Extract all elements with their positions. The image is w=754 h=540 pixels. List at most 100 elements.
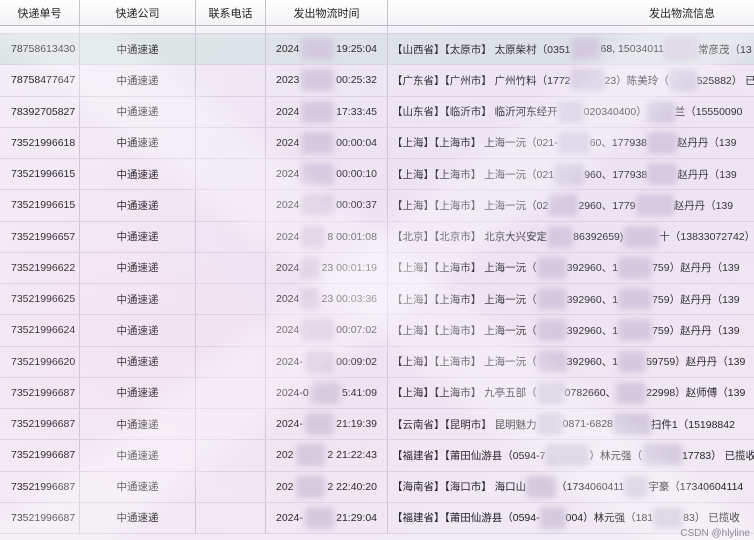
courier-company-cell: 中通速递: [80, 315, 196, 346]
phone-cell: [196, 377, 266, 408]
redacted-blur: [646, 131, 677, 154]
ship-info-part: 【云南省】【昆明市】 昆明魅力: [392, 418, 537, 431]
column-header-ship-time[interactable]: 发出物流时间: [266, 0, 388, 25]
table-row[interactable]: 73521996622 中通速递 2024 23 00:01:19 【上海】【上海…: [0, 252, 754, 284]
ship-info-cell: 【广东省】【广州市】 广州竹料（1772 23）陈美玲（ 525882） 已: [388, 65, 754, 95]
ship-time-end: 17:33:45: [336, 105, 377, 118]
ship-time-end: 00:00:04: [336, 136, 377, 149]
phone-cell: [196, 34, 266, 65]
ship-info-part: 0782660、: [564, 387, 617, 400]
ship-info-part: 392960、1: [566, 356, 619, 369]
table-spacer-row: [0, 26, 754, 34]
redacted-blur: [653, 506, 684, 529]
redacted-blur: [547, 225, 574, 248]
ship-time-end: 00:09:02: [336, 355, 377, 368]
ship-time-cell: 202 2 22:40:20: [266, 471, 388, 502]
ship-info-cell: 【上海】【上海市】 上海一沅（021- 60、177938 赵丹丹（139: [388, 128, 754, 158]
redacted-blur: [557, 100, 584, 123]
ship-info-part: 759）赵丹丹（139: [652, 293, 740, 306]
ship-info-part: 392960、1: [566, 262, 619, 275]
table-row[interactable]: 73521996615 中通速递 2024 00:00:10 【上海】【上海市】 …: [0, 159, 754, 191]
redacted-blur: [618, 319, 653, 342]
ship-time-cell: 2024-0 5:41:09: [266, 377, 388, 408]
tracking-number-cell: 73521996687: [0, 440, 80, 471]
ship-info-part: 020340400）: [583, 106, 647, 119]
table-row[interactable]: 73521996618 中通速递 2024 00:00:04 【上海】【上海市】 …: [0, 127, 754, 159]
ship-info-part: 【上海】【上海市】 上海一沅（02: [392, 199, 549, 212]
ship-time-end: 23 00:03:36: [321, 293, 377, 306]
ship-info-cell: 【上海】【上海市】 上海一沅（ 392960、1 759）赵丹丹（139: [388, 253, 754, 283]
ship-info-part: 59759）赵丹丹（139: [646, 356, 746, 369]
tracking-number-cell: 73521996657: [0, 221, 80, 252]
courier-company-cell: 中通速递: [80, 409, 196, 440]
phone-cell: [196, 221, 266, 252]
ship-time-cell: 2024 17:33:45: [266, 96, 388, 127]
ship-info-cell: 【福建省】【莆田仙游县（0594-7 ）林元强（ 17783） 已揽收: [388, 440, 754, 470]
redacted-blur: [536, 413, 563, 436]
phone-cell: [196, 471, 266, 502]
table-row[interactable]: 73521996687 中通速递 202 2 22:40:20 【海南省】【海口市…: [0, 471, 754, 503]
ship-time-start: 2024-0: [276, 386, 309, 399]
tracking-number-cell: 73521996615: [0, 190, 80, 221]
ship-time-end: 19:25:04: [336, 43, 377, 56]
table-row[interactable]: 78758613430 中通速递 2024 19:25:04 【山西省】【太原市】…: [0, 34, 754, 66]
ship-time-start: 2024-: [276, 355, 303, 368]
ship-info-part: 赵丹丹（139: [676, 137, 737, 150]
ship-info-cell: 【上海】【上海市】 上海一沅（ 392960、1 759）赵丹丹（139: [388, 315, 754, 345]
tracking-number-cell: 78758477647: [0, 65, 80, 96]
table-row[interactable]: 73521996615 中通速递 2024 00:00:37 【上海】【上海市】 …: [0, 190, 754, 222]
table-row[interactable]: 78758477647 中通速递 2023 00:25:32 【广东省】【广州市】…: [0, 65, 754, 97]
ship-time-start: 2024: [276, 168, 300, 181]
ship-time-start: 2024: [276, 261, 300, 274]
ship-time-start: 2024: [276, 105, 300, 118]
ship-time-end: 2 21:22:43: [327, 449, 377, 462]
ship-time-end: 00:00:10: [336, 168, 377, 181]
redacted-blur: [545, 444, 590, 467]
ship-time-start: 2024: [276, 199, 300, 212]
table-row[interactable]: 73521996687 中通速递 2024- 21:29:04 【福建省】【莆田仙…: [0, 502, 754, 534]
table-row[interactable]: 73521996687 中通速递 2024-0 5:41:09 【上海】【上海市】…: [0, 377, 754, 409]
phone-cell: [196, 284, 266, 315]
table-row[interactable]: 73521996687 中通速递 2024- 21:19:39 【云南省】【昆明市…: [0, 409, 754, 441]
column-header-ship-info[interactable]: 发出物流信息: [388, 0, 754, 25]
table-row[interactable]: 73521996625 中通速递 2024 23 00:03:36 【上海】【上海…: [0, 284, 754, 316]
phone-cell: [196, 65, 266, 96]
column-header-tracking-number[interactable]: 快递单号: [0, 0, 80, 25]
ship-time-end: 00:25:32: [336, 74, 377, 87]
redacted-blur: [536, 319, 567, 342]
column-header-phone[interactable]: 联系电话: [196, 0, 266, 25]
redacted-blur: [618, 288, 653, 311]
tracking-number-cell: 73521996687: [0, 409, 80, 440]
ship-info-cell: 【山西省】【太原市】 太原柴村（0351 68, 15034011 常彦茂（13: [388, 34, 754, 64]
redacted-blur: [536, 288, 567, 311]
ship-info-part: 兰（15550090: [674, 106, 743, 119]
redacted-blur: [618, 256, 653, 279]
redacted-blur: [623, 225, 660, 248]
ship-info-part: 【北京】【北京市】 北京大兴安定: [392, 231, 548, 244]
table-row[interactable]: 73521996620 中通速递 2024- 00:09:02 【上海】【上海市】…: [0, 346, 754, 378]
ship-info-part: 759）赵丹丹（139: [652, 262, 740, 275]
ship-time-start: 2024: [276, 324, 300, 337]
phone-cell: [196, 440, 266, 471]
tracking-number-cell: 73521996615: [0, 159, 80, 190]
table-row[interactable]: 73521996657 中通速递 2024 8 00:01:08 【北京】【北京市…: [0, 221, 754, 253]
ship-time-start: 202: [276, 480, 294, 493]
column-header-courier-company[interactable]: 快递公司: [80, 0, 196, 25]
ship-info-part: 赵丹丹（139: [677, 168, 737, 181]
ship-info-part: 十（13833072742）: [659, 231, 754, 244]
table-row[interactable]: 78392705827 中通速递 2024 17:33:45 【山东省】【临沂市】…: [0, 96, 754, 128]
redacted-blur: [554, 163, 585, 186]
ship-info-cell: 【北京】【北京市】 北京大兴安定 86392659) 十（13833072742）: [388, 222, 754, 252]
ship-time-end: 21:29:04: [336, 511, 377, 524]
tracking-number-cell: 78392705827: [0, 96, 80, 127]
ship-time-cell: 2024 8 00:01:08: [266, 221, 388, 252]
redacted-blur: [301, 131, 335, 154]
ship-info-cell: 【上海】【上海市】 上海一沅（02 2960、1779 赵丹丹（139: [388, 190, 754, 220]
redacted-blur: [612, 413, 651, 436]
courier-company-cell: 中通速递: [80, 440, 196, 471]
redacted-blur: [536, 381, 565, 404]
redacted-blur: [641, 444, 682, 467]
table-row[interactable]: 73521996687 中通速递 202 2 21:22:43 【福建省】【莆田仙…: [0, 440, 754, 472]
redacted-blur: [526, 475, 557, 498]
table-row[interactable]: 73521996624 中通速递 2024 00:07:02 【上海】【上海市】 …: [0, 315, 754, 347]
